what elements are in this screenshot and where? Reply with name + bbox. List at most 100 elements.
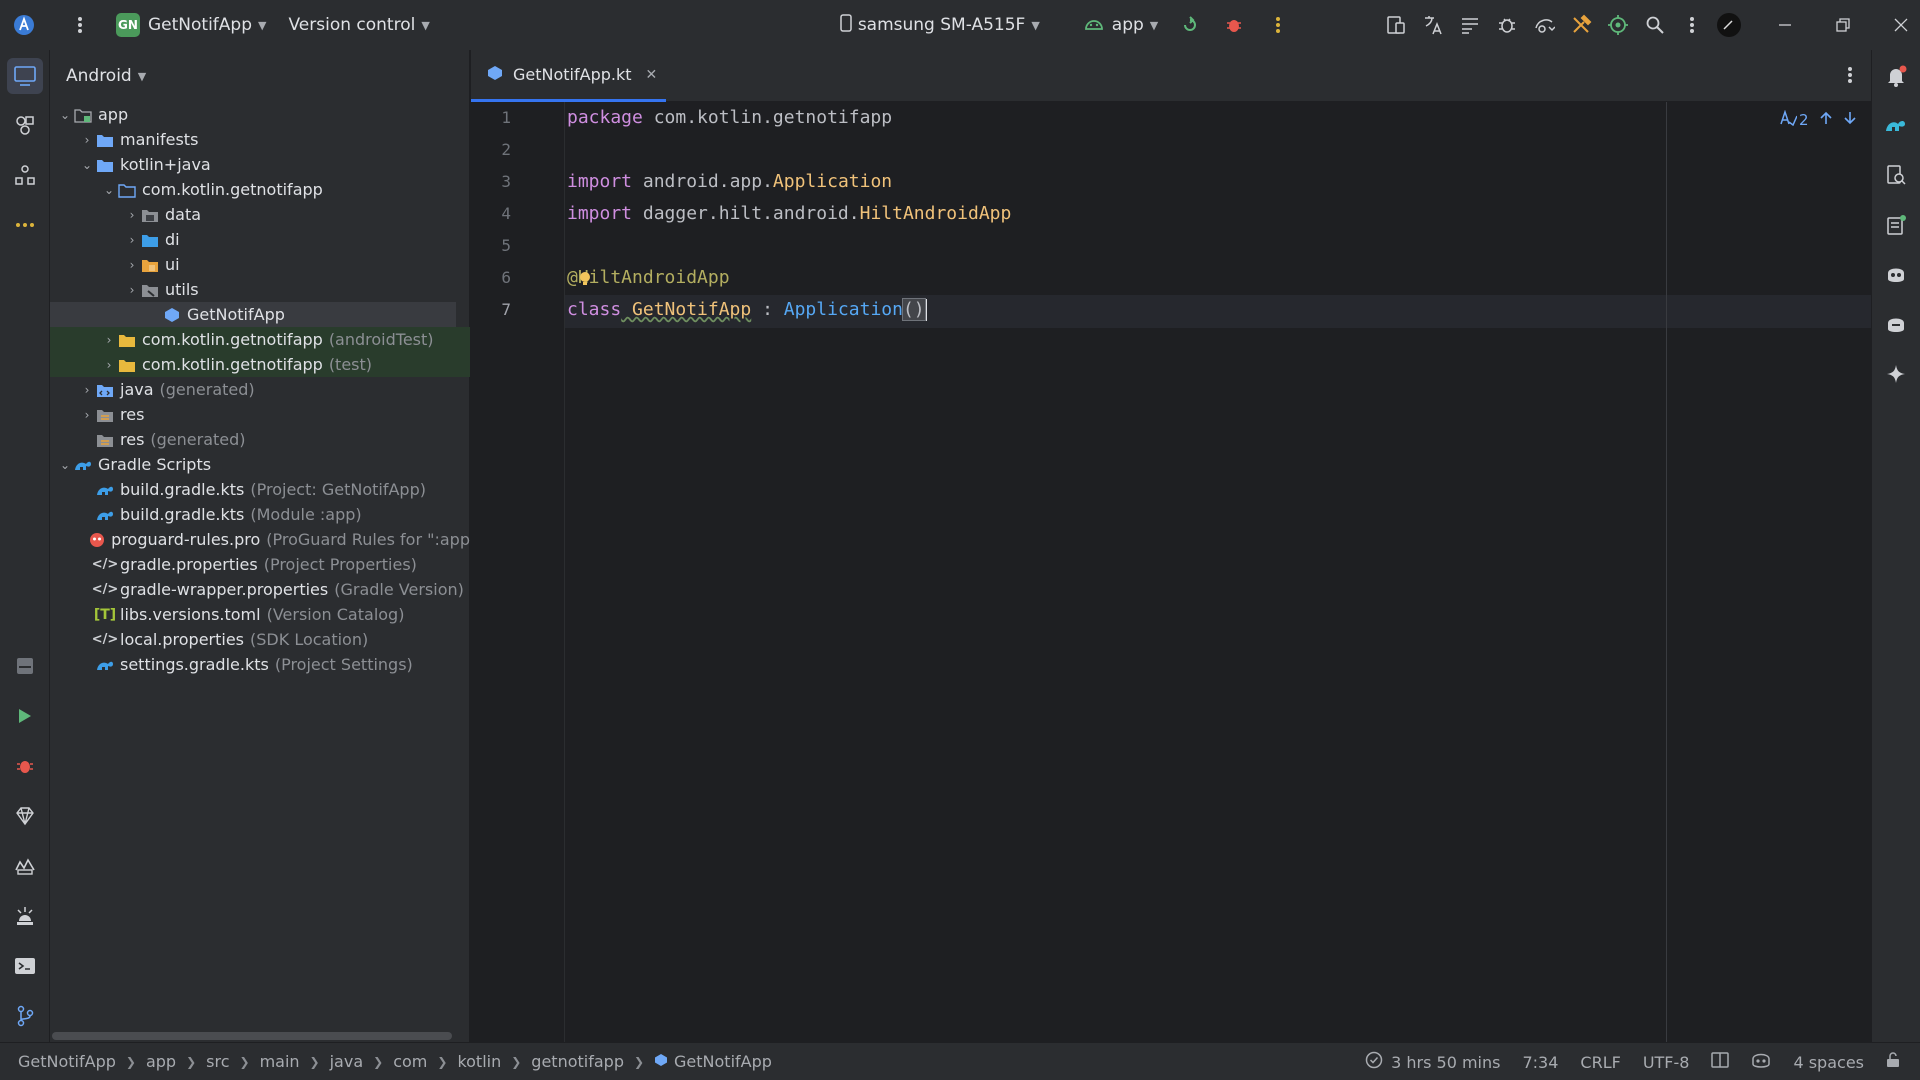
- tree-item-build-gradle-project[interactable]: build.gradle.kts (Project: GetNotifApp): [50, 477, 470, 502]
- line-separator[interactable]: CRLF: [1580, 1053, 1620, 1072]
- sync-gradle-icon[interactable]: [1526, 7, 1562, 43]
- chevron-right-icon[interactable]: ›: [123, 283, 141, 297]
- chat-assistant-icon[interactable]: [1878, 306, 1914, 342]
- next-highlight-icon[interactable]: [1843, 111, 1857, 129]
- structure-icon[interactable]: [7, 157, 43, 193]
- device-manager-icon[interactable]: [1378, 7, 1414, 43]
- layout-inspector-icon[interactable]: [1452, 7, 1488, 43]
- version-control-menu[interactable]: Version control ▼: [288, 0, 429, 50]
- gemini-sparkle-icon[interactable]: [1878, 356, 1914, 392]
- breadcrumb-item[interactable]: app: [146, 1052, 176, 1071]
- avatar[interactable]: [1711, 7, 1747, 43]
- tree-item-gradle-wrapper-properties[interactable]: </> gradle-wrapper.properties (Gradle Ve…: [50, 577, 470, 602]
- copilot-status-icon[interactable]: [1751, 1051, 1771, 1073]
- tree-item-ui[interactable]: › ui: [50, 252, 470, 277]
- code-line-6[interactable]: @HiltAndroidApp: [567, 262, 730, 294]
- chevron-right-icon[interactable]: ›: [78, 133, 96, 147]
- time-tracker[interactable]: 3 hrs 50 mins: [1365, 1051, 1500, 1073]
- tree-item-java-generated[interactable]: › java (generated): [50, 377, 470, 402]
- apply-changes-icon[interactable]: [1172, 7, 1208, 43]
- file-encoding[interactable]: UTF-8: [1643, 1053, 1690, 1072]
- more-tools-icon[interactable]: [7, 207, 43, 243]
- code-line-3[interactable]: import android.app.Application: [567, 166, 892, 198]
- close-tab-icon[interactable]: ✕: [646, 67, 658, 83]
- device-file-icon[interactable]: [1878, 157, 1914, 193]
- translate-icon[interactable]: [1415, 7, 1451, 43]
- breadcrumb-item[interactable]: com: [393, 1052, 427, 1071]
- running-devices-icon[interactable]: [1878, 207, 1914, 243]
- logcat-icon[interactable]: [7, 898, 43, 934]
- more-actions-icon[interactable]: [1260, 7, 1296, 43]
- code-editor[interactable]: 1 2 3 4 5 6 7 package com.kotlin.getnoti…: [471, 102, 1871, 1042]
- breadcrumb-item[interactable]: kotlin: [457, 1052, 501, 1071]
- tree-item-gradle-properties[interactable]: </> gradle.properties (Project Propertie…: [50, 552, 470, 577]
- breadcrumb-item[interactable]: GetNotifApp: [18, 1052, 116, 1071]
- build-tools-icon[interactable]: [1563, 7, 1599, 43]
- android-studio-logo-icon[interactable]: [6, 7, 42, 43]
- chevron-right-icon[interactable]: ›: [123, 208, 141, 222]
- breadcrumb-item[interactable]: GetNotifApp: [674, 1052, 772, 1071]
- debug-icon[interactable]: [1216, 7, 1252, 43]
- chevron-down-icon[interactable]: ⌄: [56, 108, 74, 122]
- main-menu-icon[interactable]: [62, 7, 98, 43]
- tab-options-icon[interactable]: [1847, 66, 1853, 88]
- run-icon[interactable]: [7, 698, 43, 734]
- caret-position[interactable]: 7:34: [1522, 1053, 1558, 1072]
- chevron-down-icon[interactable]: ⌄: [56, 458, 74, 472]
- breadcrumb-item[interactable]: getnotifapp: [531, 1052, 624, 1071]
- gemini-gem-icon[interactable]: [7, 798, 43, 834]
- lock-open-icon[interactable]: [1886, 1052, 1900, 1072]
- chevron-right-icon[interactable]: ›: [123, 258, 141, 272]
- terminal-icon[interactable]: [7, 948, 43, 984]
- chevron-right-icon[interactable]: ›: [78, 383, 96, 397]
- tree-item-data[interactable]: › data: [50, 202, 470, 227]
- tree-item-kotlin-java[interactable]: ⌄ kotlin+java: [50, 152, 470, 177]
- line-number-gutter[interactable]: 1 2 3 4 5 6 7: [471, 102, 565, 1042]
- tree-item-utils[interactable]: › utils: [50, 277, 470, 302]
- project-selector[interactable]: GN GetNotifApp ▼: [116, 0, 266, 50]
- horizontal-scrollbar[interactable]: [52, 1032, 452, 1040]
- notifications-icon[interactable]: [1878, 58, 1914, 94]
- tree-item-manifests[interactable]: › manifests: [50, 127, 470, 152]
- chevron-right-icon[interactable]: ›: [100, 333, 118, 347]
- chevron-right-icon[interactable]: ›: [100, 358, 118, 372]
- intention-bulb-icon[interactable]: [579, 271, 591, 291]
- project-view-selector[interactable]: Android ▼: [50, 50, 469, 102]
- code-line-7[interactable]: class GetNotifApp : Application(): [567, 294, 927, 326]
- chevron-right-icon[interactable]: ›: [78, 408, 96, 422]
- tree-item-package-test[interactable]: › com.kotlin.getnotifapp (test): [50, 352, 470, 377]
- device-explorer-icon[interactable]: [7, 648, 43, 684]
- tree-item-gradle-scripts[interactable]: ⌄ Gradle Scripts: [50, 452, 470, 477]
- tree-item-package[interactable]: ⌄ com.kotlin.getnotifapp: [50, 177, 470, 202]
- android-settings-icon[interactable]: [1600, 7, 1636, 43]
- tree-item-local-properties[interactable]: </> local.properties (SDK Location): [50, 627, 470, 652]
- chevron-down-icon[interactable]: ⌄: [100, 183, 118, 197]
- tab-getnotifapp-kt[interactable]: GetNotifApp.kt ✕: [471, 50, 666, 102]
- chevron-down-icon[interactable]: ⌄: [78, 158, 96, 172]
- tree-item-res-generated[interactable]: res (generated): [50, 427, 470, 452]
- minimize-icon[interactable]: [1767, 7, 1803, 43]
- chevron-right-icon[interactable]: ›: [123, 233, 141, 247]
- search-icon[interactable]: [1637, 7, 1673, 43]
- resource-manager-icon[interactable]: [7, 107, 43, 143]
- reader-mode-icon[interactable]: [1711, 1052, 1730, 1072]
- tree-item-proguard-rules[interactable]: proguard-rules.pro (ProGuard Rules for "…: [50, 527, 470, 552]
- tree-item-settings-gradle[interactable]: settings.gradle.kts (Project Settings): [50, 652, 470, 677]
- device-selector[interactable]: samsung SM-A515F ▼: [840, 0, 1040, 50]
- tree-item-res[interactable]: › res: [50, 402, 470, 427]
- git-branch-icon[interactable]: [7, 998, 43, 1034]
- inspection-widget[interactable]: 2: [1779, 109, 1857, 130]
- code-line-4[interactable]: import dagger.hilt.android.HiltAndroidAp…: [567, 198, 1011, 230]
- run-config-selector[interactable]: app ▼: [1084, 0, 1158, 50]
- previous-highlight-icon[interactable]: [1819, 111, 1833, 129]
- settings-menu-icon[interactable]: [1674, 7, 1710, 43]
- app-quality-insights-icon[interactable]: [7, 848, 43, 884]
- restore-icon[interactable]: [1825, 7, 1861, 43]
- tree-item-build-gradle-module[interactable]: build.gradle.kts (Module :app): [50, 502, 470, 527]
- code-line-1[interactable]: package com.kotlin.getnotifapp: [567, 102, 892, 134]
- breadcrumb-item[interactable]: main: [260, 1052, 300, 1071]
- indent-setting[interactable]: 4 spaces: [1793, 1053, 1864, 1072]
- tree-item-app[interactable]: ⌄ app: [50, 102, 470, 127]
- tree-item-libs-versions-toml[interactable]: [T] libs.versions.toml (Version Catalog): [50, 602, 470, 627]
- project-tool-icon[interactable]: [7, 58, 43, 94]
